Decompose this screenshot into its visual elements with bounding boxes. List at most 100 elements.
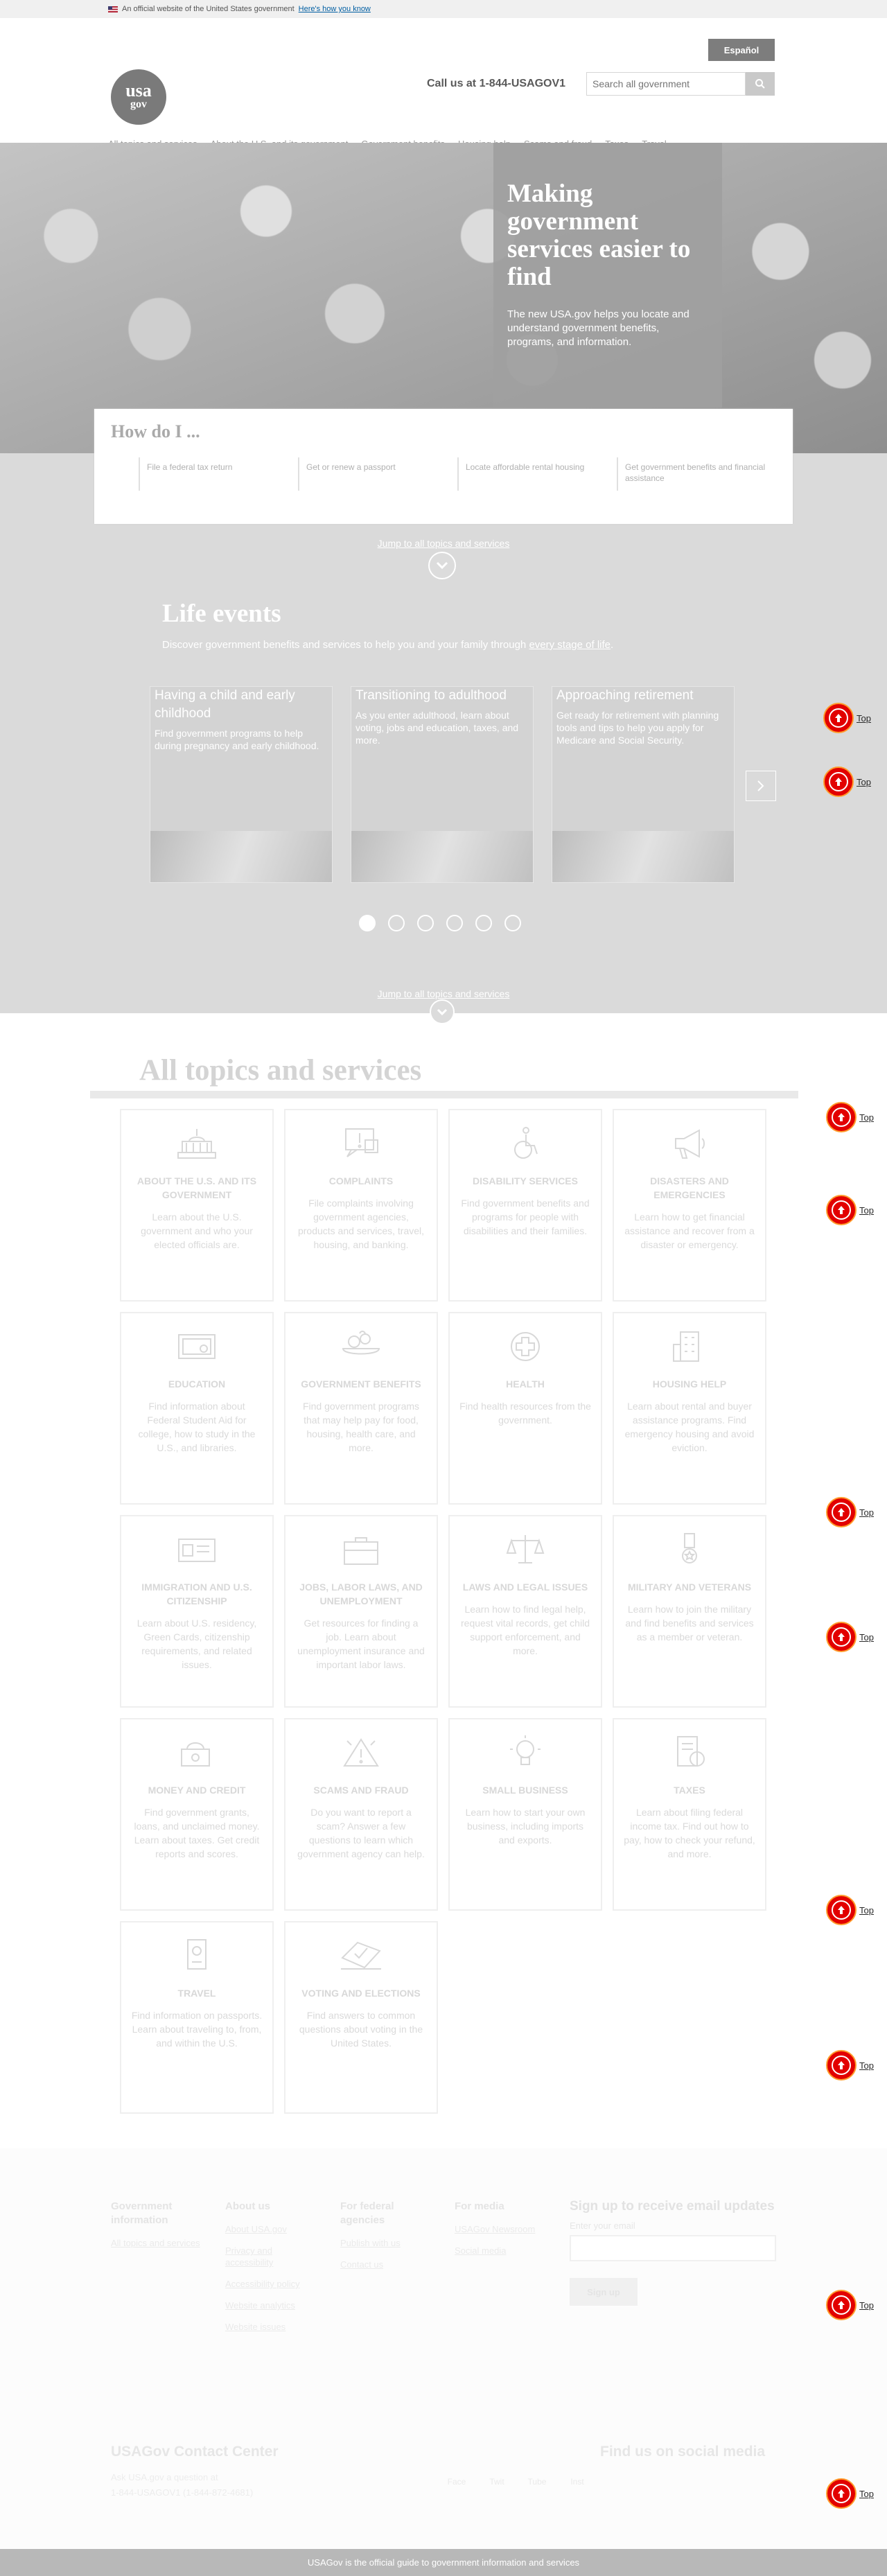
footer-col-title: About us	[225, 2200, 270, 2212]
life-card-image	[552, 831, 734, 882]
twitter-icon[interactable]: Twit	[485, 2477, 509, 2492]
topic-tile-health[interactable]: Health Find health resources from the go…	[448, 1312, 602, 1505]
topic-tile-scams[interactable]: Scams and fraud Do you want to report a …	[284, 1718, 438, 1911]
topic-tile-jobs[interactable]: Jobs, labor laws, and unemployment Get r…	[284, 1515, 438, 1708]
topic-tile-text: Find government benefits and programs fo…	[461, 1198, 590, 1236]
topic-tile-text: Find information about Federal Student A…	[138, 1401, 256, 1453]
carousel-dot[interactable]	[475, 915, 492, 931]
topics-grid: About the U.S. and its government Learn …	[120, 1109, 766, 2114]
contact-text: Ask USA.gov a question at 1-844-USAGOV1 (…	[111, 2470, 279, 2500]
arrow-up-icon	[835, 714, 842, 722]
topic-tile-about[interactable]: About the U.S. and its government Learn …	[120, 1109, 274, 1302]
back-to-top-button[interactable]: Top	[823, 703, 871, 733]
call-us-text[interactable]: Call us at 1-844-USAGOV1	[427, 78, 565, 90]
topic-tile-text: Learn about rental and buyer assistance …	[624, 1401, 755, 1453]
back-to-top-button[interactable]: Top	[826, 2050, 874, 2080]
topic-tile-text: Learn about the U.S. government and who …	[141, 1211, 253, 1250]
footer-link[interactable]: Website issues	[225, 2321, 322, 2333]
topic-tile-disability[interactable]: Disability services Find government bene…	[448, 1109, 602, 1302]
how-do-i-link[interactable]: Locate affordable rental housing	[457, 457, 617, 491]
gov-banner: An official website of the United States…	[0, 0, 887, 18]
arrow-up-icon	[838, 1508, 845, 1516]
topic-tile-complaints[interactable]: Complaints File complaints involving gov…	[284, 1109, 438, 1302]
footer-link[interactable]: About USA.gov	[225, 2223, 322, 2235]
topic-tile-military[interactable]: Military and veterans Learn how to join …	[613, 1515, 766, 1708]
back-to-top-button[interactable]: Top	[826, 2478, 874, 2509]
life-card-retirement[interactable]: Approaching retirement Get ready for ret…	[552, 686, 735, 883]
usagov-logo[interactable]: usa gov	[111, 69, 166, 125]
topic-tile-laws[interactable]: Laws and legal issues Learn how to find …	[448, 1515, 602, 1708]
back-to-top-button[interactable]: Top	[826, 1895, 874, 1925]
topic-tile-immigration[interactable]: Immigration and U.S. citizenship Learn a…	[120, 1515, 274, 1708]
footer-link[interactable]: Privacy and accessibility	[225, 2245, 322, 2268]
every-stage-link[interactable]: every stage of life	[529, 639, 611, 651]
top-label: Top	[859, 1631, 874, 1642]
top-label: Top	[857, 776, 871, 787]
back-to-top-button[interactable]: Top	[826, 2290, 874, 2320]
carousel-dot[interactable]	[359, 915, 376, 931]
back-to-top-button[interactable]: Top	[826, 1195, 874, 1225]
life-card-adulthood[interactable]: Transitioning to adulthood As you enter …	[351, 686, 534, 883]
carousel-dot[interactable]	[504, 915, 521, 931]
contact-phone[interactable]: 1-844-USAGOV1 (1-844-872-4681)	[111, 2487, 253, 2498]
email-field[interactable]	[570, 2235, 776, 2261]
footer-col-government: Government information All topics and se…	[111, 2200, 208, 2249]
footer-link[interactable]: Social media	[455, 2245, 552, 2257]
jump-down-button-bottom[interactable]	[430, 999, 455, 1024]
search-button[interactable]	[746, 72, 775, 96]
megaphone-icon	[675, 1129, 705, 1159]
topic-tile-business[interactable]: Small business Learn how to start your o…	[448, 1718, 602, 1911]
how-do-i-link[interactable]: Get or renew a passport	[298, 457, 457, 491]
topic-tile-title: Education	[168, 1378, 226, 1390]
top-label: Top	[859, 2488, 874, 2499]
topic-tile-voting[interactable]: Voting and elections Find answers to com…	[284, 1921, 438, 2114]
topic-tile-title: Voting and elections	[301, 1988, 421, 1999]
topic-tile-taxes[interactable]: Taxes Learn about filing federal income …	[613, 1718, 766, 1911]
life-events-subtitle: Discover government benefits and service…	[162, 639, 613, 651]
arrow-up-icon	[838, 1206, 845, 1214]
topic-tile-text: Find information on passports. Learn abo…	[131, 2010, 263, 2049]
topic-tile-text: Learn how to get financial assistance an…	[624, 1211, 755, 1250]
topic-tile-disasters[interactable]: Disasters and emergencies Learn how to g…	[613, 1109, 766, 1302]
search-input[interactable]	[586, 72, 746, 96]
id-card-icon	[178, 1539, 216, 1562]
jump-to-topics-link-bottom[interactable]: Jump to all topics and services	[0, 988, 887, 999]
topic-tile-benefits[interactable]: Government benefits Find government prog…	[284, 1312, 438, 1505]
carousel-dot[interactable]	[417, 915, 434, 931]
back-to-top-button[interactable]: Top	[826, 1622, 874, 1652]
back-to-top-button[interactable]: Top	[823, 766, 871, 797]
topic-tile-housing[interactable]: Housing help Learn about rental and buye…	[613, 1312, 766, 1505]
facebook-icon[interactable]: Face	[445, 2477, 468, 2492]
carousel-dot[interactable]	[446, 915, 463, 931]
back-to-top-button[interactable]: Top	[826, 1102, 874, 1132]
back-to-top-button[interactable]: Top	[826, 1497, 874, 1527]
espanol-button[interactable]: Español	[708, 39, 775, 61]
how-you-know-link[interactable]: Here's how you know	[299, 5, 371, 13]
topic-tile-title: Disasters and emergencies	[650, 1175, 729, 1200]
jump-down-button[interactable]	[428, 552, 456, 579]
footer-link[interactable]: Website analytics	[225, 2299, 322, 2311]
carousel-next-button[interactable]	[746, 771, 776, 801]
life-card-text: As you enter adulthood, learn about voti…	[355, 710, 519, 746]
topic-tile-education[interactable]: Education Find information about Federal…	[120, 1312, 274, 1505]
topic-tile-travel[interactable]: Travel Find information on passports. Le…	[120, 1921, 274, 2114]
signup-button[interactable]: Sign up	[570, 2278, 638, 2306]
footer-link[interactable]: Contact us	[340, 2259, 437, 2270]
footer-link[interactable]: Publish with us	[340, 2237, 437, 2249]
arrow-up-icon	[835, 778, 842, 786]
topic-tile-title: Complaints	[328, 1175, 394, 1186]
instagram-icon[interactable]: Inst	[565, 2477, 589, 2492]
footer-link[interactable]: All topics and services	[111, 2237, 208, 2249]
youtube-icon[interactable]: Tube	[525, 2477, 549, 2492]
footer-link[interactable]: USAGov Newsroom	[455, 2223, 552, 2235]
life-card-child[interactable]: Having a child and early childhood Find …	[150, 686, 333, 883]
top-label: Top	[859, 2060, 874, 2071]
how-do-i-link[interactable]: Get government benefits and financial as…	[617, 457, 776, 491]
topic-tile-money[interactable]: Money and credit Find government grants,…	[120, 1718, 274, 1911]
footer-col-title: For federal agencies	[340, 2200, 394, 2226]
hero-title: Making government services easier to fin…	[507, 179, 691, 291]
footer-link[interactable]: Accessibility policy	[225, 2278, 322, 2290]
carousel-dot[interactable]	[388, 915, 405, 931]
jump-to-topics-link[interactable]: Jump to all topics and services	[0, 538, 887, 549]
how-do-i-link[interactable]: File a federal tax return	[139, 457, 298, 491]
